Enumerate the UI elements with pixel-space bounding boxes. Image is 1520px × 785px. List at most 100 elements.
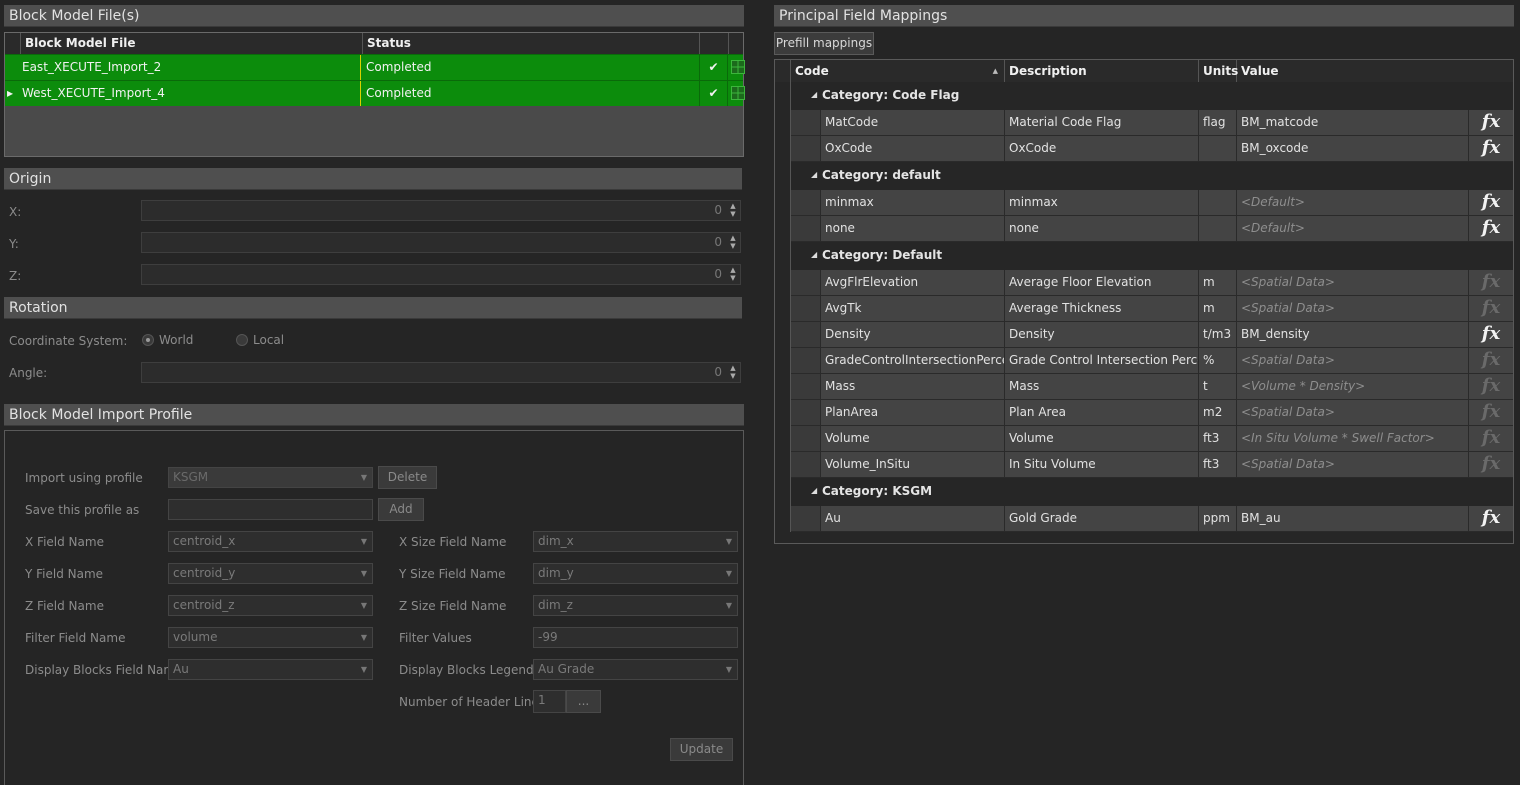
angle-input[interactable]: 0 ▲ ▼: [141, 362, 741, 383]
units-cell[interactable]: t/m3: [1199, 322, 1237, 348]
formula-fx-icon[interactable]: fx: [1469, 216, 1513, 242]
description-cell[interactable]: Material Code Flag: [1005, 110, 1199, 136]
formula-fx-icon[interactable]: fx: [1469, 110, 1513, 136]
radio-local[interactable]: Local: [236, 333, 284, 347]
formula-fx-icon[interactable]: fx: [1469, 374, 1513, 400]
units-cell[interactable]: ft3: [1199, 426, 1237, 452]
description-cell[interactable]: Average Floor Elevation: [1005, 270, 1199, 296]
delete-button[interactable]: Delete: [378, 466, 437, 489]
collapse-triangle-icon[interactable]: ◢: [811, 82, 817, 108]
units-cell[interactable]: m: [1199, 296, 1237, 322]
formula-fx-icon[interactable]: fx: [1469, 270, 1513, 296]
description-cell[interactable]: In Situ Volume: [1005, 452, 1199, 478]
y-size-select[interactable]: dim_y ▼: [533, 563, 738, 584]
x-size-select[interactable]: dim_x ▼: [533, 531, 738, 552]
table-row[interactable]: Mass Mass t <Volume * Density> fx: [775, 374, 1513, 400]
value-cell[interactable]: <Default>: [1237, 216, 1469, 242]
units-cell[interactable]: m2: [1199, 400, 1237, 426]
update-button[interactable]: Update: [670, 738, 733, 761]
legend-select[interactable]: Au Grade ▼: [533, 659, 738, 680]
description-cell[interactable]: Density: [1005, 322, 1199, 348]
value-cell[interactable]: <Spatial Data>: [1237, 452, 1469, 478]
code-cell[interactable]: MatCode: [821, 110, 1005, 136]
value-cell[interactable]: <Default>: [1237, 190, 1469, 216]
table-row[interactable]: ▸ West_XECUTE_Import_4 Completed ✔: [5, 80, 745, 106]
description-cell[interactable]: Volume: [1005, 426, 1199, 452]
z-size-select[interactable]: dim_z ▼: [533, 595, 738, 616]
filter-values-input[interactable]: -99: [533, 627, 738, 648]
origin-y-input[interactable]: 0 ▲ ▼: [141, 232, 741, 253]
formula-fx-icon[interactable]: fx: [1469, 136, 1513, 162]
origin-z-input[interactable]: 0 ▲ ▼: [141, 264, 741, 285]
units-cell[interactable]: %: [1199, 348, 1237, 374]
radio-world-dot[interactable]: [142, 334, 154, 346]
code-cell[interactable]: none: [821, 216, 1005, 242]
column-units[interactable]: Units: [1199, 60, 1238, 82]
value-cell[interactable]: BM_density: [1237, 322, 1469, 348]
radio-local-dot[interactable]: [236, 334, 248, 346]
column-code[interactable]: Code ▲: [791, 60, 1005, 82]
formula-fx-icon[interactable]: fx: [1469, 452, 1513, 478]
table-row[interactable]: East_XECUTE_Import_2 Completed ✔: [5, 54, 745, 80]
table-row[interactable]: MatCode Material Code Flag flag BM_matcode f…: [775, 110, 1513, 136]
code-cell[interactable]: AvgTk: [821, 296, 1005, 322]
table-row[interactable]: AvgFlrElevation Average Floor Elevation m <…: [775, 270, 1513, 296]
code-cell[interactable]: OxCode: [821, 136, 1005, 162]
code-cell[interactable]: Mass: [821, 374, 1005, 400]
table-row[interactable]: Volume Volume ft3 <In Situ Volume * Swell F…: [775, 426, 1513, 452]
description-cell[interactable]: Plan Area: [1005, 400, 1199, 426]
spinner-icon[interactable]: ▲ ▼: [728, 202, 738, 218]
table-row[interactable]: PlanArea Plan Area m2 <Spatial Data> fx: [775, 400, 1513, 426]
description-cell[interactable]: Grade Control Intersection Percent: [1005, 348, 1199, 374]
collapse-triangle-icon[interactable]: ◢: [811, 242, 817, 268]
column-status[interactable]: Status: [363, 33, 700, 54]
formula-fx-icon[interactable]: fx: [1469, 506, 1513, 532]
description-cell[interactable]: Gold Grade: [1005, 506, 1199, 532]
filter-field-select[interactable]: volume ▼: [168, 627, 373, 648]
formula-fx-icon[interactable]: fx: [1469, 426, 1513, 452]
units-cell[interactable]: flag: [1199, 110, 1237, 136]
origin-x-input[interactable]: 0 ▲ ▼: [141, 200, 741, 221]
column-value[interactable]: Value: [1237, 60, 1513, 82]
spinner-icon[interactable]: ▲ ▼: [728, 234, 738, 250]
code-cell[interactable]: PlanArea: [821, 400, 1005, 426]
spinner-icon[interactable]: ▲ ▼: [728, 266, 738, 282]
block-model-file-cell[interactable]: East_XECUTE_Import_2: [21, 55, 361, 80]
code-cell[interactable]: Au: [821, 506, 1005, 532]
header-lines-input[interactable]: 1: [533, 690, 566, 713]
value-cell[interactable]: <Spatial Data>: [1237, 348, 1469, 374]
code-cell[interactable]: Volume_InSitu: [821, 452, 1005, 478]
code-cell[interactable]: Volume: [821, 426, 1005, 452]
table-row[interactable]: OxCode OxCode BM_oxcode fx: [775, 136, 1513, 162]
table-row[interactable]: Density Density t/m3 BM_density fx: [775, 322, 1513, 348]
units-cell[interactable]: ppm: [1199, 506, 1237, 532]
value-cell[interactable]: <Volume * Density>: [1237, 374, 1469, 400]
units-cell[interactable]: [1199, 190, 1237, 216]
display-field-select[interactable]: Au ▼: [168, 659, 373, 680]
formula-fx-icon[interactable]: fx: [1469, 348, 1513, 374]
collapse-triangle-icon[interactable]: ◢: [811, 478, 817, 504]
table-row[interactable]: none none <Default> fx: [775, 216, 1513, 242]
formula-fx-icon[interactable]: fx: [1469, 296, 1513, 322]
ellipsis-button[interactable]: ...: [566, 690, 601, 713]
code-cell[interactable]: Density: [821, 322, 1005, 348]
value-cell[interactable]: <Spatial Data>: [1237, 400, 1469, 426]
units-cell[interactable]: m: [1199, 270, 1237, 296]
units-cell[interactable]: [1199, 216, 1237, 242]
code-cell[interactable]: GradeControlIntersectionPercent: [821, 348, 1005, 374]
formula-fx-icon[interactable]: fx: [1469, 322, 1513, 348]
units-cell[interactable]: ft3: [1199, 452, 1237, 478]
value-cell[interactable]: <In Situ Volume * Swell Factor>: [1237, 426, 1469, 452]
grid-view-icon[interactable]: [729, 81, 745, 106]
category-row[interactable]: ◢ Category: default: [775, 162, 1513, 190]
value-cell[interactable]: <Spatial Data>: [1237, 270, 1469, 296]
table-row[interactable]: Volume_InSitu In Situ Volume ft3 <Spatial D…: [775, 452, 1513, 478]
description-cell[interactable]: minmax: [1005, 190, 1199, 216]
z-field-select[interactable]: centroid_z ▼: [168, 595, 373, 616]
angle-spinner[interactable]: ▲ ▼: [728, 364, 738, 380]
table-row[interactable]: AvgTk Average Thickness m <Spatial Data> fx: [775, 296, 1513, 322]
x-field-select[interactable]: centroid_x ▼: [168, 531, 373, 552]
category-row[interactable]: ◢ Category: KSGM: [775, 478, 1513, 506]
description-cell[interactable]: Average Thickness: [1005, 296, 1199, 322]
collapse-triangle-icon[interactable]: ◢: [811, 162, 817, 188]
